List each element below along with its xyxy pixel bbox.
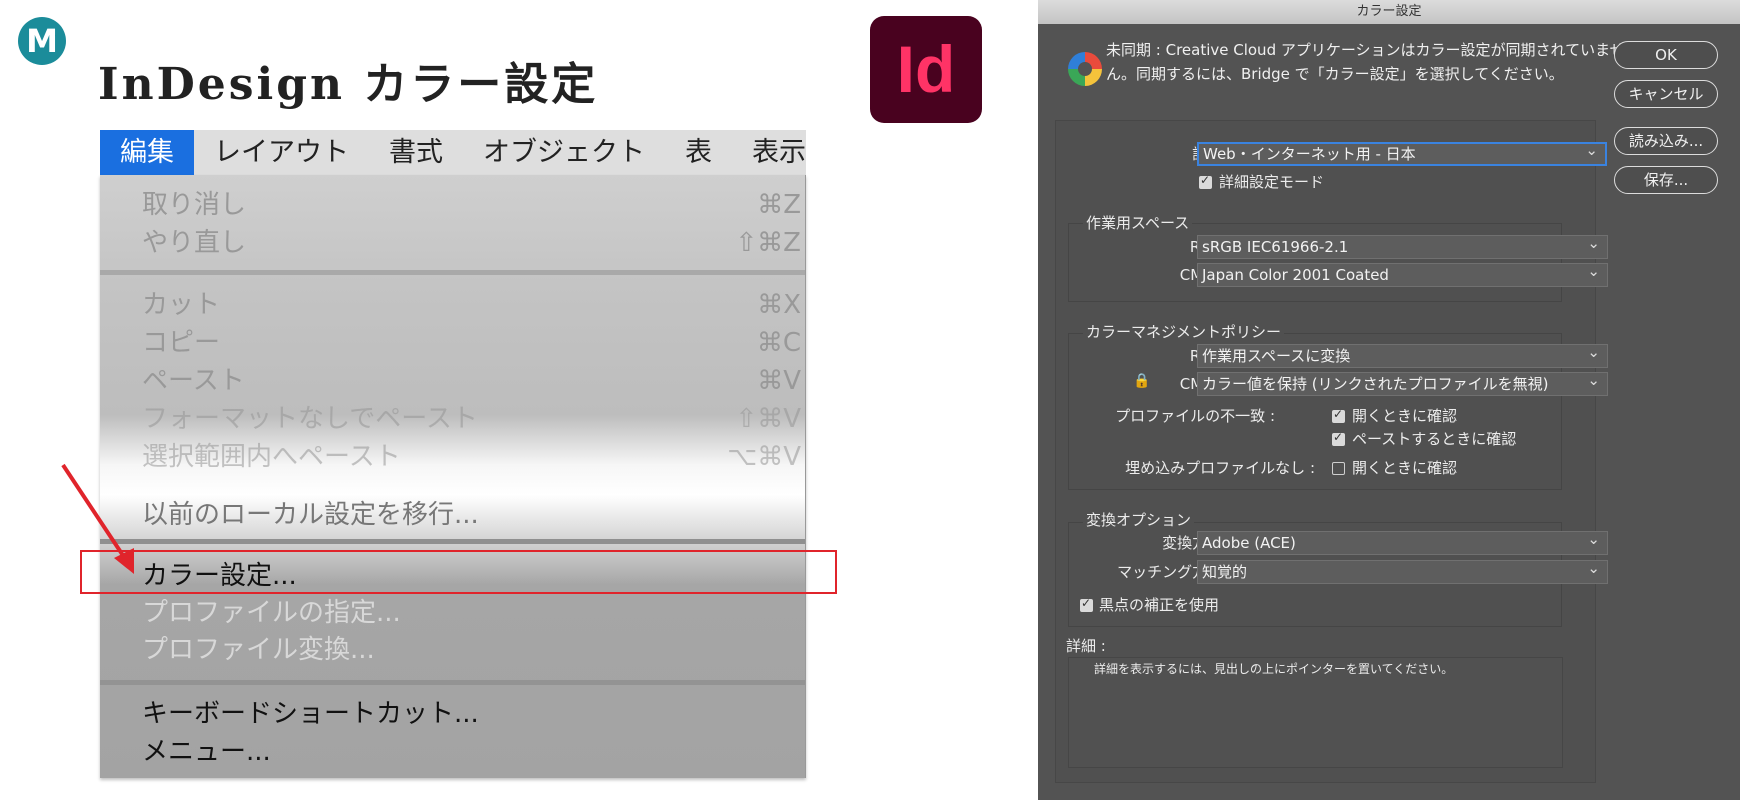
menubar-table[interactable]: 表 (665, 130, 732, 175)
cancel-button[interactable]: キャンセル (1614, 80, 1718, 108)
conversion-options-title: 変換オプション (1083, 510, 1195, 530)
missing-ask-open-label: 開くときに確認 (1352, 459, 1458, 477)
mismatch-ask-open-label: 開くときに確認 (1352, 407, 1458, 425)
menu-item-undo[interactable]: 取り消し ⌘Z (142, 187, 801, 223)
menubar-object[interactable]: オブジェクト (463, 130, 665, 175)
mismatch-ask-paste-checkbox[interactable] (1332, 430, 1345, 446)
menubar-type[interactable]: 書式 (369, 130, 463, 175)
advanced-mode-checkbox[interactable] (1199, 173, 1212, 189)
mismatch-ask-paste-label: ペーストするときに確認 (1352, 430, 1517, 448)
shortcut-paste-into: ⌥⌘V (727, 442, 801, 472)
menu-separator (100, 539, 805, 544)
dialog-titlebar: カラー設定 (1038, 0, 1740, 24)
menu-item-paste[interactable]: ペースト ⌘V (142, 363, 801, 399)
intent-select[interactable]: 知覚的 (1197, 560, 1608, 584)
ws-cmyk-select[interactable]: Japan Color 2001 Coated (1197, 263, 1608, 287)
working-spaces-title: 作業用スペース (1083, 213, 1193, 233)
shortcut-undo: ⌘Z (757, 190, 801, 220)
menu-item-keyboard-shortcuts[interactable]: キーボードショートカット... (142, 696, 801, 732)
description-text: 詳細を表示するには、見出しの上にポインターを置いてください。 (1094, 662, 1454, 676)
menu-item-cut[interactable]: カット ⌘X (142, 287, 801, 323)
black-point-checkbox[interactable] (1080, 596, 1093, 612)
load-button[interactable]: 読み込み... (1614, 127, 1718, 155)
missing-profile-label: 埋め込みプロファイルなし : (1125, 459, 1315, 477)
engine-select[interactable]: Adobe (ACE) (1197, 531, 1608, 555)
menu-separator (100, 680, 805, 685)
menu-item-menus[interactable]: メニュー... (142, 734, 801, 770)
ws-rgb-select[interactable]: sRGB IEC61966-2.1 (1197, 235, 1608, 259)
settings-select[interactable]: Web・インターネット用 - 日本 (1197, 142, 1607, 166)
shortcut-cut: ⌘X (757, 290, 801, 320)
menu-item-copy[interactable]: コピー ⌘C (142, 325, 801, 361)
missing-ask-open-checkbox[interactable] (1332, 462, 1345, 475)
policies-title: カラーマネジメントポリシー (1083, 322, 1285, 342)
indesign-logo-icon: Id (870, 16, 982, 123)
sync-message: 未同期 : Creative Cloud アプリケーションはカラー設定が同期され… (1106, 41, 1625, 83)
highlight-box (80, 550, 837, 594)
edit-dropdown: 取り消し ⌘Z やり直し ⇧⌘Z カット ⌘X コピー ⌘C ペースト ⌘V フォーマット… (100, 175, 806, 778)
menu-item-paste-without-formatting[interactable]: フォーマットなしでペースト ⇧⌘V (142, 401, 801, 437)
save-button[interactable]: 保存... (1614, 166, 1718, 194)
menubar: 編集 レイアウト 書式 オブジェクト 表 表示 (100, 130, 806, 175)
menu-item-assign-profile[interactable]: プロファイルの指定... (142, 595, 801, 631)
description-label: 詳細 : (1066, 637, 1106, 655)
menu-item-paste-into[interactable]: 選択範囲内へペースト ⌥⌘V (142, 439, 801, 475)
mismatch-ask-open-checkbox[interactable] (1332, 407, 1345, 423)
sync-status-icon (1068, 52, 1102, 86)
shortcut-paste-without-formatting: ⇧⌘V (735, 404, 801, 434)
brand-badge: M (18, 17, 66, 65)
edit-menu-screenshot: 編集 レイアウト 書式 オブジェクト 表 表示 取り消し ⌘Z やり直し ⇧⌘Z カ… (100, 130, 806, 778)
menu-item-redo[interactable]: やり直し ⇧⌘Z (142, 225, 801, 261)
shortcut-copy: ⌘C (756, 328, 801, 358)
policy-rgb-select[interactable]: 作業用スペースに変換 (1197, 344, 1608, 368)
ok-button[interactable]: OK (1614, 41, 1718, 69)
policy-cmyk-select[interactable]: カラー値を保持 (リンクされたプロファイルを無視) (1197, 372, 1608, 396)
profile-mismatch-label: プロファイルの不一致 : (1115, 407, 1275, 425)
slide-title: InDesign カラー設定 (98, 59, 599, 110)
menubar-layout[interactable]: レイアウト (194, 130, 369, 175)
advanced-mode-label: 詳細設定モード (1219, 173, 1325, 191)
color-settings-dialog: カラー設定 未同期 : Creative Cloud アプリケーションはカラー設… (1038, 0, 1740, 800)
menubar-edit[interactable]: 編集 (100, 130, 194, 175)
black-point-label: 黒点の補正を使用 (1099, 596, 1220, 614)
shortcut-redo: ⇧⌘Z (735, 228, 801, 258)
menu-item-migrate-settings[interactable]: 以前のローカル設定を移行... (142, 497, 801, 533)
menubar-view[interactable]: 表示 (732, 130, 826, 175)
menu-separator (100, 270, 805, 275)
shortcut-paste: ⌘V (757, 366, 801, 396)
pointer-arrow-icon (61, 463, 134, 574)
menu-item-convert-profile[interactable]: プロファイル変換... (142, 632, 801, 668)
